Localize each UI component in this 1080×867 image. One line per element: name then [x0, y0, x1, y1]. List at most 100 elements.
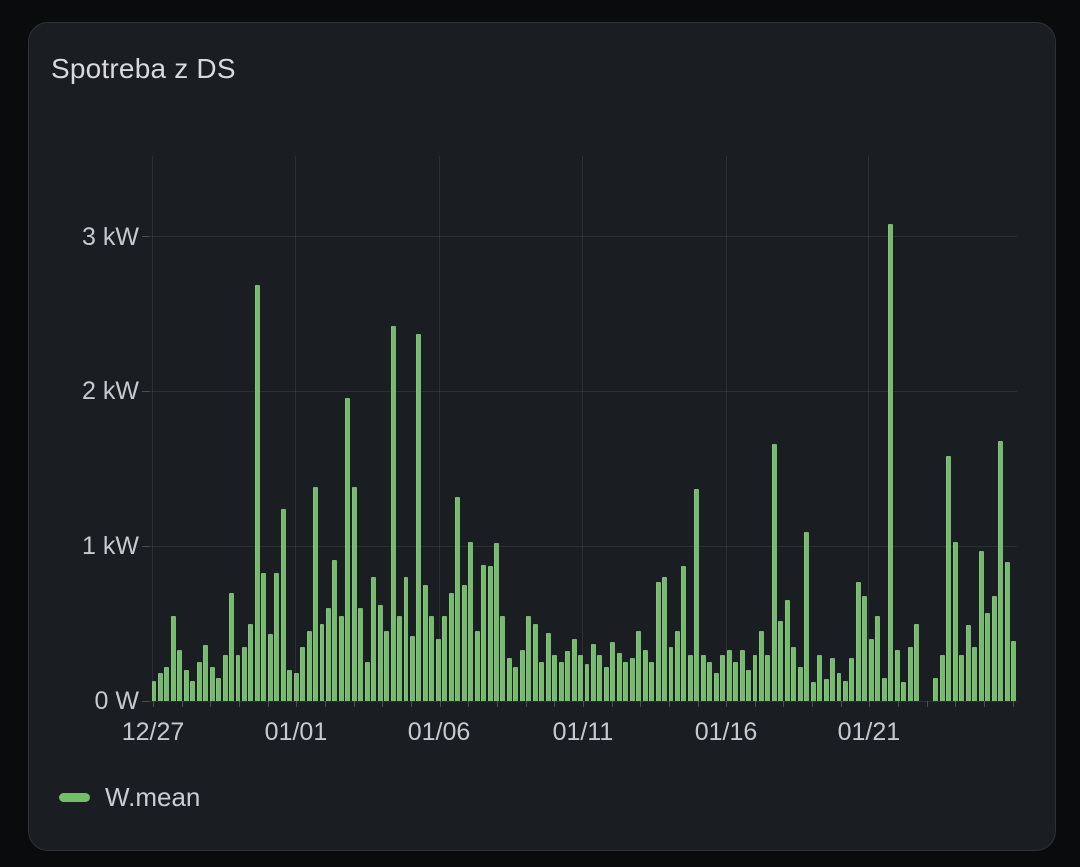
bar-w.mean[interactable] [894, 649, 900, 701]
bar-w.mean[interactable] [700, 654, 706, 701]
bar-w.mean[interactable] [358, 608, 364, 701]
bar-w.mean[interactable] [804, 532, 810, 701]
bar-w.mean[interactable] [526, 615, 532, 701]
bar-w.mean[interactable] [830, 657, 836, 701]
bar-w.mean[interactable] [170, 615, 176, 701]
bar-w.mean[interactable] [293, 673, 299, 701]
bar-w.mean[interactable] [513, 666, 519, 701]
bar-w.mean[interactable] [771, 443, 777, 701]
bar-w.mean[interactable] [313, 487, 319, 701]
bar-w.mean[interactable] [610, 642, 616, 701]
bar-w.mean[interactable] [442, 615, 448, 701]
bar-w.mean[interactable] [235, 654, 241, 701]
bar-w.mean[interactable] [261, 572, 267, 701]
bar-w.mean[interactable] [539, 662, 545, 701]
bar-w.mean[interactable] [422, 584, 428, 701]
bar-w.mean[interactable] [371, 577, 377, 701]
bar-w.mean[interactable] [623, 662, 629, 701]
bar-w.mean[interactable] [810, 682, 816, 701]
bar-w.mean[interactable] [662, 577, 667, 701]
bar-w.mean[interactable] [519, 649, 525, 701]
bar-w.mean[interactable] [416, 334, 422, 701]
bar-w.mean[interactable] [164, 666, 170, 701]
bar-w.mean[interactable] [726, 649, 732, 701]
bar-w.mean[interactable] [720, 654, 726, 701]
bar-w.mean[interactable] [914, 623, 920, 701]
bar-w.mean[interactable] [377, 605, 383, 701]
bar-w.mean[interactable] [390, 326, 396, 701]
bar-w.mean[interactable] [965, 625, 971, 701]
bar-w.mean[interactable] [558, 662, 564, 701]
bar-w.mean[interactable] [590, 643, 596, 701]
series-name-label[interactable]: W.mean [105, 782, 200, 813]
bar-w.mean[interactable] [784, 600, 790, 701]
bar-w.mean[interactable] [545, 632, 551, 701]
bar-w.mean[interactable] [636, 631, 642, 701]
bar-w.mean[interactable] [209, 666, 215, 701]
bar-w.mean[interactable] [455, 496, 461, 701]
bar-w.mean[interactable] [241, 646, 247, 701]
bar-w.mean[interactable] [481, 564, 487, 701]
bar-w.mean[interactable] [707, 662, 713, 701]
bar-w.mean[interactable] [836, 673, 842, 701]
bar-w.mean[interactable] [758, 631, 764, 701]
bar-w.mean[interactable] [403, 577, 409, 701]
bar-w.mean[interactable] [765, 654, 771, 701]
bar-w.mean[interactable] [817, 654, 823, 701]
bar-w.mean[interactable] [216, 677, 222, 701]
bar-w.mean[interactable] [681, 566, 687, 701]
bar-w.mean[interactable] [655, 581, 661, 701]
bar-w.mean[interactable] [552, 654, 558, 701]
bar-w.mean[interactable] [306, 631, 312, 701]
bar-w.mean[interactable] [196, 662, 202, 701]
bar-w.mean[interactable] [532, 623, 538, 701]
bar-w.mean[interactable] [183, 670, 189, 701]
bar-w.mean[interactable] [739, 649, 745, 701]
bar-w.mean[interactable] [991, 595, 997, 701]
bar-w.mean[interactable] [435, 639, 441, 701]
bar-w.mean[interactable] [823, 679, 829, 701]
bar-w.mean[interactable] [952, 541, 958, 701]
chart-plot-area[interactable] [142, 156, 1017, 707]
bar-w.mean[interactable] [578, 654, 583, 701]
bar-w.mean[interactable] [506, 657, 512, 701]
bar-w.mean[interactable] [325, 608, 331, 701]
bar-w.mean[interactable] [849, 657, 855, 701]
bar-w.mean[interactable] [752, 654, 758, 701]
bar-w.mean[interactable] [410, 635, 415, 701]
bar-w.mean[interactable] [855, 581, 861, 701]
bar-w.mean[interactable] [571, 639, 577, 701]
bar-w.mean[interactable] [713, 673, 719, 701]
bar-w.mean[interactable] [875, 615, 881, 701]
bar-w.mean[interactable] [248, 623, 254, 701]
bar-w.mean[interactable] [364, 662, 370, 701]
bar-w.mean[interactable] [332, 560, 338, 701]
bar-w.mean[interactable] [338, 615, 344, 701]
bar-w.mean[interactable] [222, 654, 228, 701]
bar-w.mean[interactable] [972, 646, 978, 701]
bar-w.mean[interactable] [791, 646, 797, 701]
bar-w.mean[interactable] [778, 620, 784, 701]
bar-w.mean[interactable] [157, 673, 163, 701]
bar-w.mean[interactable] [603, 666, 609, 701]
bar-w.mean[interactable] [797, 666, 803, 701]
bar-w.mean[interactable] [584, 663, 590, 701]
bar-w.mean[interactable] [494, 543, 499, 701]
bar-w.mean[interactable] [868, 639, 874, 701]
bar-w.mean[interactable] [351, 487, 357, 701]
bar-w.mean[interactable] [998, 440, 1004, 701]
bar-w.mean[interactable] [674, 631, 680, 701]
bar-w.mean[interactable] [203, 645, 209, 701]
bar-w.mean[interactable] [474, 631, 480, 701]
bar-w.mean[interactable] [985, 612, 991, 701]
bar-w.mean[interactable] [959, 654, 965, 701]
bar-w.mean[interactable] [487, 566, 493, 701]
bar-w.mean[interactable] [190, 680, 196, 701]
bar-w.mean[interactable] [616, 653, 622, 701]
bar-w.mean[interactable] [429, 615, 435, 701]
bar-w.mean[interactable] [1004, 561, 1010, 701]
bar-w.mean[interactable] [267, 634, 273, 701]
bar-w.mean[interactable] [384, 631, 390, 701]
bar-w.mean[interactable] [901, 682, 907, 701]
bar-w.mean[interactable] [177, 649, 183, 701]
